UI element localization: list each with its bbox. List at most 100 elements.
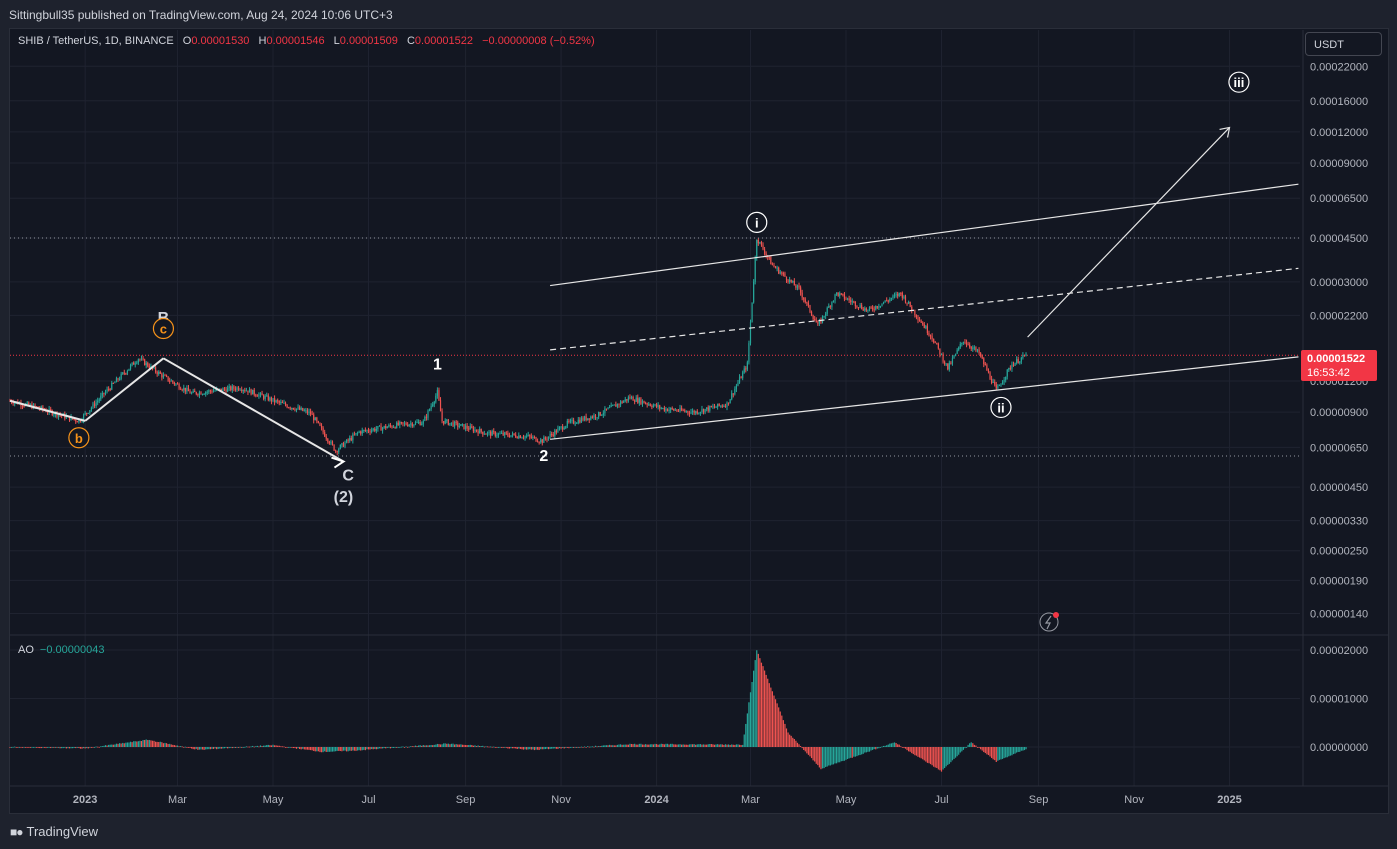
ao-bar xyxy=(632,744,634,747)
candle-body xyxy=(732,393,734,395)
candle-body xyxy=(762,244,764,250)
ao-bar xyxy=(136,741,138,747)
candle-body xyxy=(115,378,118,383)
candle-body xyxy=(756,239,758,259)
ao-bar xyxy=(726,744,728,747)
candle-body xyxy=(129,365,132,369)
ao-bar xyxy=(129,741,132,747)
candle-body xyxy=(1001,381,1004,385)
candle-body xyxy=(704,408,706,413)
candle-body xyxy=(490,431,492,436)
candle-body xyxy=(500,432,503,434)
candle-body xyxy=(103,392,105,395)
candle-body xyxy=(366,430,368,432)
ao-bar xyxy=(929,747,932,765)
ao-bar xyxy=(522,747,525,750)
ao-bar xyxy=(263,745,265,747)
candle-body xyxy=(555,430,557,433)
ao-bar xyxy=(1025,747,1027,750)
ao-bar xyxy=(569,747,572,748)
candle-body xyxy=(774,266,777,269)
ao-bar xyxy=(120,743,122,747)
ao-bar xyxy=(108,744,110,747)
candle-body xyxy=(392,427,395,429)
candle-body xyxy=(582,418,584,421)
ao-bar xyxy=(300,747,302,750)
ao-bar xyxy=(148,739,150,747)
candle-body xyxy=(882,302,885,304)
last-price-value: 0.00001522 xyxy=(1307,353,1366,365)
candle-body xyxy=(677,410,680,412)
candle-body xyxy=(244,390,246,392)
price-tick-label: 0.00000900 xyxy=(1310,407,1368,419)
ao-bar xyxy=(82,747,85,749)
candle-body xyxy=(742,372,744,379)
candle-body xyxy=(674,409,676,411)
ao-bar xyxy=(422,745,424,747)
symbol-label[interactable]: SHIB / TetherUS, 1D, BINANCE xyxy=(18,35,174,47)
channel-lower-line xyxy=(550,356,1299,440)
candle-body xyxy=(601,414,603,416)
candle-body xyxy=(986,365,988,371)
ao-bar xyxy=(195,747,197,749)
candle-body xyxy=(389,425,392,427)
ao-bar xyxy=(206,747,208,750)
candle-body xyxy=(515,434,517,438)
ao-bar xyxy=(291,747,293,748)
candle-body xyxy=(95,402,97,407)
ao-bar xyxy=(679,744,681,747)
ao-bar xyxy=(774,699,777,747)
ao-bar xyxy=(787,732,789,747)
candle-body xyxy=(142,358,144,360)
candle-body xyxy=(367,430,370,432)
candle-body xyxy=(391,426,393,428)
candle-body xyxy=(1020,357,1022,362)
ao-bar xyxy=(557,747,559,749)
currency-button[interactable]: USDT xyxy=(1305,32,1382,56)
ao-bar xyxy=(344,747,346,751)
ao-bar xyxy=(289,747,291,748)
price-tick-label: 0.00000650 xyxy=(1310,442,1368,454)
ao-bar xyxy=(158,742,160,747)
candle-body xyxy=(191,392,193,394)
candle-body xyxy=(613,404,615,406)
candle-body xyxy=(861,305,863,309)
tradingview-logo[interactable]: ■● TradingView xyxy=(10,824,98,839)
candle-body xyxy=(186,387,188,392)
ao-bar xyxy=(789,734,791,747)
candle-body xyxy=(335,450,337,452)
candle-body xyxy=(903,296,905,298)
ao-bar xyxy=(812,747,814,761)
ao-bar xyxy=(820,747,822,770)
candle-body xyxy=(464,425,467,430)
candle-body xyxy=(850,300,852,302)
candle-body xyxy=(837,292,839,296)
chart-canvas[interactable]: BcbC(2)12iiiiii 0.000220000.000160000.00… xyxy=(0,0,1397,849)
ao-bar xyxy=(79,747,82,749)
candle-body xyxy=(466,425,468,429)
candle-body xyxy=(482,431,484,435)
candle-body xyxy=(1017,359,1019,364)
candle-body xyxy=(158,371,160,375)
candle-body xyxy=(778,267,780,274)
candle-body xyxy=(709,406,711,411)
channel-upper-line xyxy=(550,183,1299,287)
candle-body xyxy=(380,425,382,431)
candle-body xyxy=(659,405,661,409)
ao-bar xyxy=(627,744,629,747)
candle-body xyxy=(908,301,910,304)
candle-body xyxy=(662,407,664,409)
ao-bar xyxy=(446,743,448,747)
ao-bar xyxy=(723,744,725,747)
ao-bar xyxy=(526,747,528,750)
ao-bar xyxy=(918,747,921,758)
ao-bar xyxy=(125,742,127,747)
ao-bar xyxy=(908,747,910,752)
ao-name[interactable]: AO xyxy=(18,644,34,656)
time-tick-label: Mar xyxy=(741,794,760,806)
candle-body xyxy=(593,415,595,418)
ao-bar xyxy=(214,747,216,749)
ao-bar xyxy=(228,747,230,749)
ao-bar xyxy=(175,745,177,747)
candle-body xyxy=(605,408,608,410)
